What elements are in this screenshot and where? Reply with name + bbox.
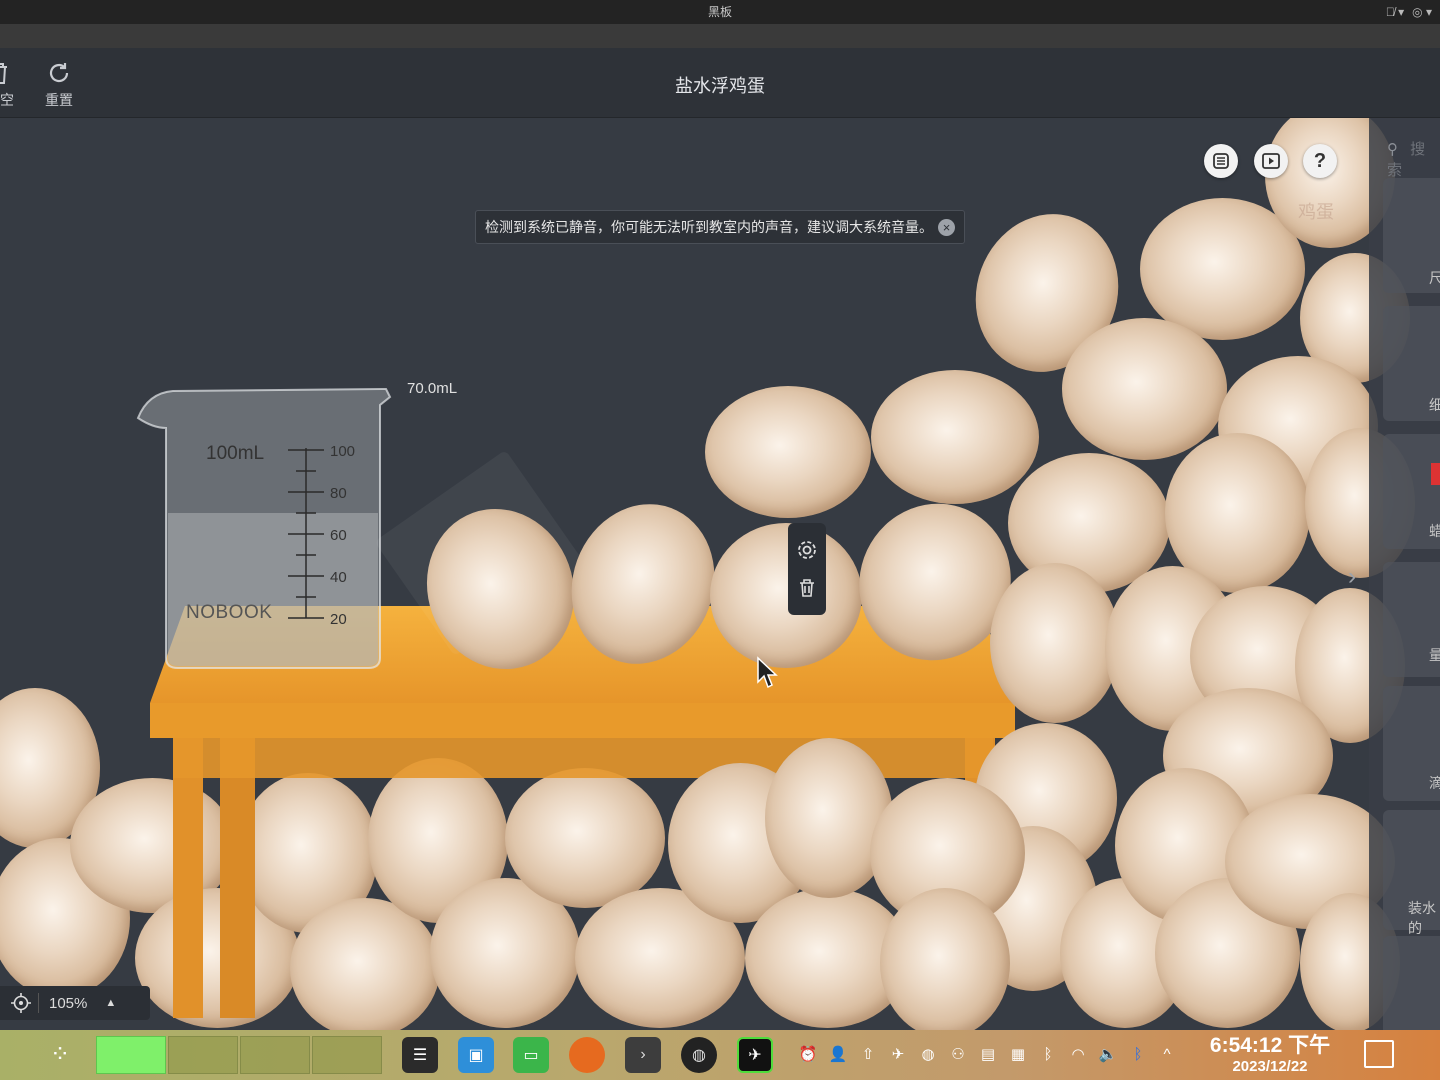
equipment-label: 量: [1429, 647, 1440, 663]
list-icon: [1213, 153, 1229, 169]
egg[interactable]: [705, 386, 871, 518]
workspace-4[interactable]: [312, 1036, 382, 1074]
close-icon[interactable]: ×: [938, 219, 955, 236]
obs-icon[interactable]: ◍: [681, 1037, 717, 1073]
bluetooth-icon[interactable]: ᛒ: [1038, 1045, 1058, 1065]
app-toolbar: 清空 重置 盐水浮鸡蛋: [0, 48, 1440, 118]
wifi-icon[interactable]: ◠: [1068, 1045, 1088, 1065]
help-button[interactable]: ?: [1303, 144, 1337, 178]
egg[interactable]: [880, 888, 1010, 1030]
search-icon: ⚲: [1387, 141, 1398, 158]
beaker[interactable]: [128, 383, 393, 673]
equipment-side-panel: ⚲ 搜索 尺 细 蜡 量 滴 装水的: [1369, 118, 1440, 1030]
page-title: 盐水浮鸡蛋: [675, 76, 765, 96]
bluetooth-tray-icon[interactable]: ᛒ: [1128, 1045, 1148, 1065]
settings-icon[interactable]: [796, 539, 818, 561]
workspace-2[interactable]: [168, 1036, 238, 1074]
upload-icon[interactable]: ⇧: [858, 1045, 878, 1065]
launcher-icon[interactable]: ⁘: [40, 1040, 80, 1070]
camera-off-icon[interactable]: ◎ ▾: [1412, 0, 1432, 24]
help-icon: ?: [1313, 149, 1327, 172]
users-icon[interactable]: ⚇: [948, 1045, 968, 1065]
egg[interactable]: [871, 370, 1039, 504]
egg-selected[interactable]: [710, 523, 862, 668]
settings-app-icon[interactable]: ☰: [402, 1037, 438, 1073]
clock-time: 6:54:12 下午: [1209, 1034, 1331, 1057]
egg[interactable]: [990, 563, 1120, 723]
equipment-label: 滴: [1429, 775, 1440, 791]
workspace-3[interactable]: [240, 1036, 310, 1074]
experiment-canvas[interactable]: 100mL 100 80 60 40 20 NOBOOK 70.0mL ? 鸡蛋…: [0, 118, 1440, 1030]
candle-thumbnail: [1431, 463, 1440, 485]
volume-readout: 70.0mL: [407, 380, 458, 397]
divider: [38, 993, 39, 1013]
video-button[interactable]: [1254, 144, 1288, 178]
file-manager-icon[interactable]: ▭: [513, 1037, 549, 1073]
clock-date: 2023/12/22: [1232, 1058, 1308, 1075]
egg-hover-label: 鸡蛋: [1298, 202, 1334, 222]
egg-tool-popup: [788, 523, 826, 615]
clock[interactable]: 6:54:12 下午 2023/12/22: [1200, 1034, 1340, 1076]
firefox-icon[interactable]: [569, 1037, 605, 1073]
mute-warning-toast: 检测到系统已静音，你可能无法听到教室内的声音，建议调大系统音量。 ×: [475, 210, 965, 244]
caret-up-icon[interactable]: ▲: [105, 997, 116, 1009]
zoom-control: 105% ▲: [0, 986, 150, 1020]
window-strip: [0, 24, 1440, 48]
blackboard-tray-icon[interactable]: ✈: [888, 1045, 908, 1065]
tick-label: 40: [330, 569, 347, 586]
app-store-icon[interactable]: ▣: [458, 1037, 494, 1073]
clipboard-icon[interactable]: ▤: [978, 1045, 998, 1065]
blackboard-app-icon[interactable]: ✈: [737, 1037, 773, 1073]
alarm-icon[interactable]: ⏰: [798, 1045, 818, 1065]
window-title: 黑板: [707, 5, 732, 19]
tick-label: 60: [330, 527, 347, 544]
equipment-label: 尺: [1429, 270, 1440, 286]
chevron-up-icon[interactable]: ^: [1157, 1045, 1177, 1065]
delete-icon[interactable]: [796, 577, 818, 599]
terminal-icon[interactable]: ›: [625, 1037, 661, 1073]
egg[interactable]: [1062, 318, 1227, 460]
screen: 黑板 🎙̸ ▾ ◎ ▾ 清空 重置 盐水浮鸡蛋: [0, 0, 1440, 1080]
equipment-card[interactable]: [1383, 936, 1440, 1030]
equipment-label: 装水的: [1408, 900, 1436, 936]
chevron-right-icon[interactable]: ›: [1348, 563, 1356, 591]
user-icon[interactable]: 👤: [828, 1045, 848, 1065]
os-title-tray: 🎙̸ ▾ ◎ ▾: [1386, 0, 1432, 24]
equipment-label: 蜡: [1429, 523, 1440, 539]
locate-icon[interactable]: [10, 992, 32, 1014]
mute-warning-text: 检测到系统已静音，你可能无法听到教室内的声音，建议调大系统音量。: [485, 219, 933, 235]
show-desktop-button[interactable]: [1364, 1040, 1394, 1068]
beaker-capacity-label: 100mL: [206, 443, 265, 464]
taskbar: ⁘ ☰ ▣ ▭ › ◍ ✈ ⏰ 👤 ⇧ ✈ ◍ ⚇ ▤ ▦ ᛒ ◠ 🔈 ᛒ ^ …: [0, 1030, 1440, 1080]
tick-label: 20: [330, 611, 347, 628]
equipment-label: 细: [1429, 397, 1440, 413]
volume-icon[interactable]: 🔈: [1098, 1045, 1118, 1065]
tick-label: 80: [330, 485, 347, 502]
mouse-cursor-icon: [757, 656, 778, 689]
tick-label: 100: [330, 443, 356, 460]
video-play-icon: [1262, 153, 1280, 169]
list-button[interactable]: [1204, 144, 1238, 178]
zoom-level: 105%: [49, 994, 88, 1012]
workspace-1[interactable]: [96, 1036, 166, 1074]
os-title-bar: 黑板 🎙̸ ▾ ◎ ▾: [0, 0, 1440, 24]
beaker-brand: NOBOOK: [186, 602, 273, 623]
obs-tray-icon[interactable]: ◍: [918, 1045, 938, 1065]
input-method-icon[interactable]: ▦: [1008, 1045, 1028, 1065]
mic-muted-icon[interactable]: 🎙̸ ▾: [1386, 0, 1404, 24]
side-search[interactable]: ⚲ 搜索: [1387, 138, 1440, 180]
